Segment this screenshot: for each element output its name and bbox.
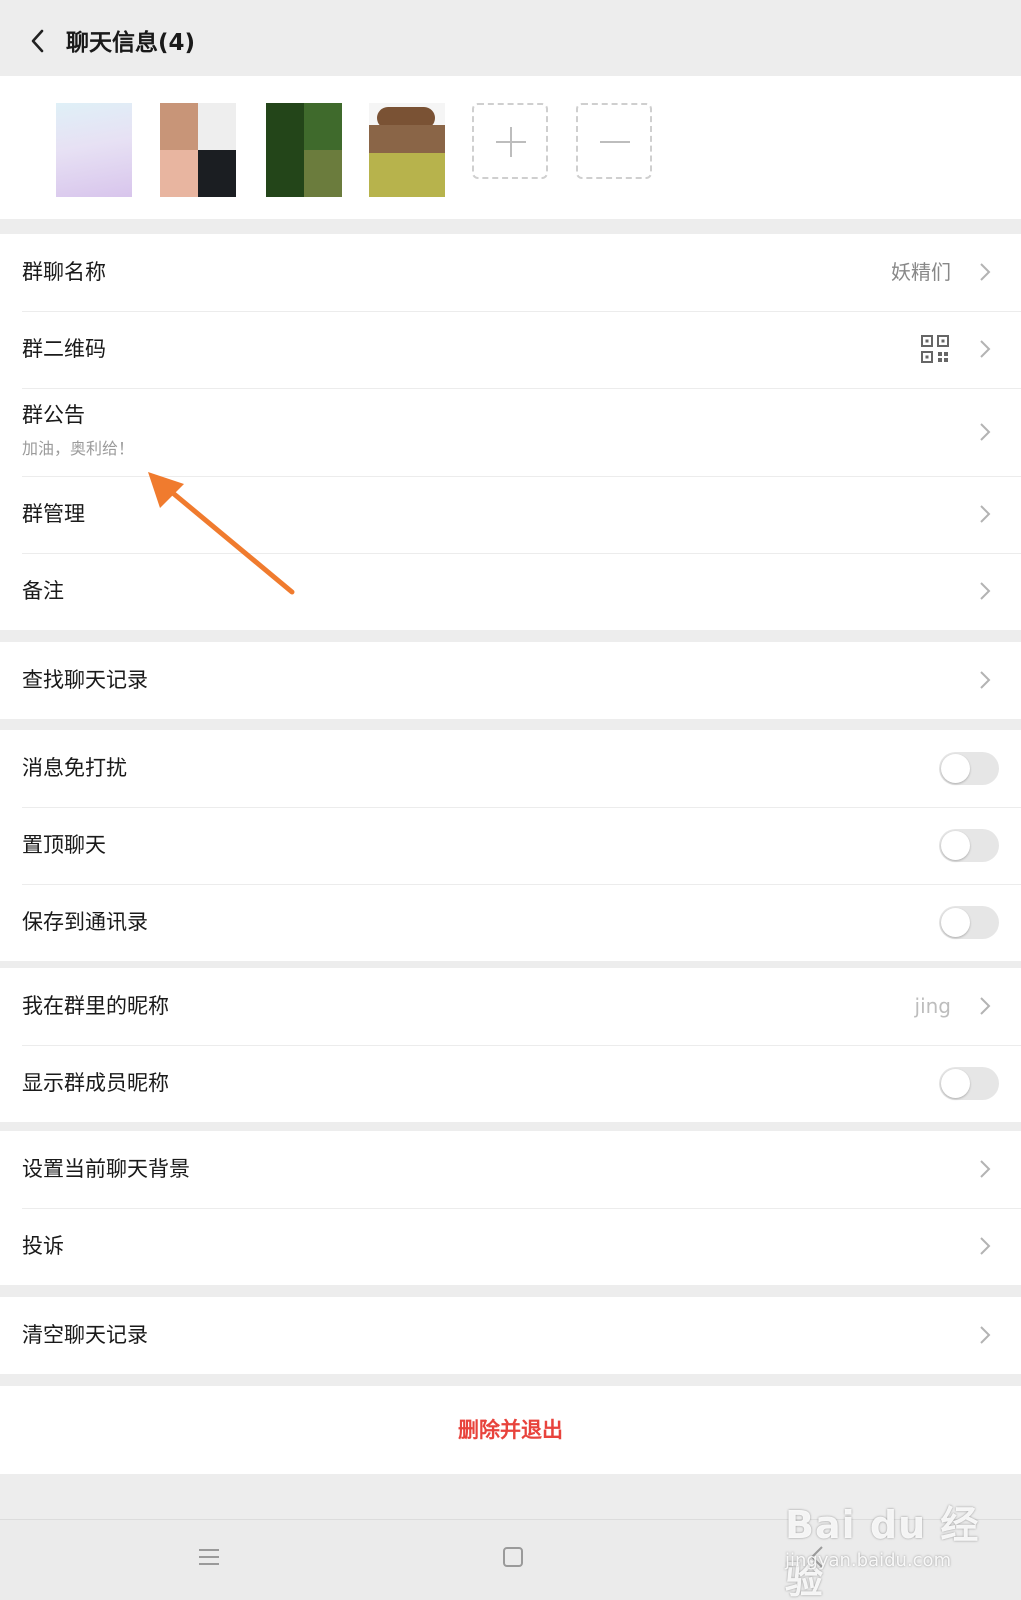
annotation-arrow-icon (148, 472, 295, 595)
back-arrow-icon[interactable] (26, 26, 52, 56)
delete-and-exit-label: 删除并退出 (458, 1418, 563, 1442)
row-label: 群二维码 (22, 337, 106, 361)
row-label: 群公告 (22, 403, 85, 427)
toggle-knob (941, 831, 970, 860)
chevron-right-icon (980, 340, 991, 358)
chevron-right-icon (980, 505, 991, 523)
header: 聊天信息(4) (0, 0, 1021, 76)
chevron-right-icon (980, 1237, 991, 1255)
minus-icon (600, 141, 630, 143)
chevron-right-icon (980, 1160, 991, 1178)
chevron-right-icon (980, 997, 991, 1015)
show-member-nicknames-row: 显示群成员昵称 (0, 1045, 1021, 1122)
row-label: 群聊名称 (22, 260, 106, 284)
announcement-preview: 加油，奥利给！ (22, 439, 135, 458)
chevron-right-icon (980, 1326, 991, 1344)
toggles-section: 消息免打扰 置顶聊天 保存到通讯录 (0, 730, 1021, 961)
group-name-value: 妖精们 (891, 260, 951, 284)
pin-chat-row: 置顶聊天 (0, 807, 1021, 884)
clear-section: 清空聊天记录 (0, 1297, 1021, 1374)
baidu-jingyan-watermark: Bai du 经验 jingyan.baidu.com (785, 1490, 1005, 1600)
chevron-right-icon (980, 671, 991, 689)
group-qr-code-row[interactable]: 群二维码 (0, 311, 1021, 388)
chevron-right-icon (980, 423, 991, 441)
row-label: 清空聊天记录 (22, 1323, 148, 1347)
chevron-right-icon (980, 582, 991, 600)
qr-code-icon (921, 335, 949, 363)
row-label: 备注 (22, 579, 64, 603)
my-nickname-value: jing (914, 994, 951, 1018)
toggle-knob (941, 1069, 970, 1098)
row-label: 投诉 (22, 1234, 64, 1258)
save-to-contacts-row: 保存到通讯录 (0, 884, 1021, 961)
chevron-right-icon (980, 263, 991, 281)
save-to-contacts-toggle[interactable] (939, 906, 999, 939)
plus-icon-stroke (510, 127, 512, 157)
mute-notifications-row: 消息免打扰 (0, 730, 1021, 807)
my-group-nickname-row[interactable]: 我在群里的昵称 jing (0, 968, 1021, 1045)
page-title: 聊天信息(4) (66, 30, 196, 56)
row-label: 我在群里的昵称 (22, 994, 169, 1018)
row-label: 显示群成员昵称 (22, 1071, 169, 1095)
chat-info-page: 聊天信息(4) 群聊名称 妖精们 群二维码 群公告 加油，奥利给！ 群管理 备注… (0, 0, 1021, 1600)
menu-icon[interactable] (196, 1544, 222, 1570)
nickname-section: 我在群里的昵称 jing 显示群成员昵称 (0, 968, 1021, 1122)
mute-notifications-toggle[interactable] (939, 752, 999, 785)
watermark-url: jingyan.baidu.com (785, 1550, 952, 1571)
chat-background-row[interactable]: 设置当前聊天背景 (0, 1131, 1021, 1208)
member-avatar[interactable] (266, 103, 342, 197)
add-member-button[interactable] (472, 103, 548, 179)
member-avatar[interactable] (369, 103, 445, 197)
toggle-knob (941, 908, 970, 937)
delete-and-exit-button[interactable]: 删除并退出 (0, 1386, 1021, 1474)
group-name-row[interactable]: 群聊名称 妖精们 (0, 234, 1021, 311)
search-section: 查找聊天记录 (0, 642, 1021, 719)
clear-chat-history-row[interactable]: 清空聊天记录 (0, 1297, 1021, 1374)
search-chat-history-row[interactable]: 查找聊天记录 (0, 642, 1021, 719)
row-label: 置顶聊天 (22, 833, 106, 857)
remove-member-button[interactable] (576, 103, 652, 179)
member-avatar[interactable] (56, 103, 132, 197)
home-icon[interactable] (500, 1544, 526, 1570)
row-label: 保存到通讯录 (22, 910, 148, 934)
show-member-nicknames-toggle[interactable] (939, 1067, 999, 1100)
misc-section: 设置当前聊天背景 投诉 (0, 1131, 1021, 1285)
row-label: 设置当前聊天背景 (22, 1157, 190, 1181)
row-label: 消息免打扰 (22, 756, 127, 780)
member-avatars-section (0, 76, 1021, 219)
watermark-text: Bai du 经验 (785, 1503, 980, 1600)
pin-chat-toggle[interactable] (939, 829, 999, 862)
row-label: 查找聊天记录 (22, 668, 148, 692)
report-row[interactable]: 投诉 (0, 1208, 1021, 1285)
toggle-knob (941, 754, 970, 783)
row-label: 群管理 (22, 502, 85, 526)
member-avatar[interactable] (160, 103, 236, 197)
group-announcement-row[interactable]: 群公告 加油，奥利给！ (0, 388, 1021, 476)
